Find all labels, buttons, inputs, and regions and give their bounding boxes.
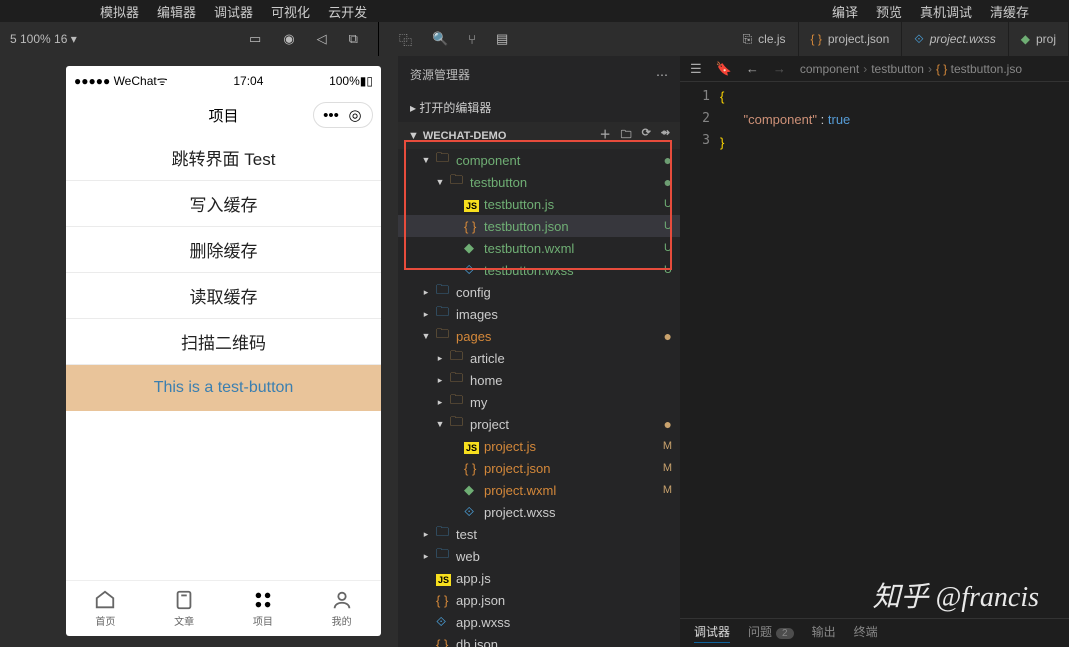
tree-item-article[interactable]: ▸🗀article <box>398 347 680 369</box>
record-icon[interactable]: ◉ <box>283 31 294 47</box>
sim-item[interactable]: 读取缓存 <box>66 273 381 319</box>
tree-item-testbutton.json[interactable]: { }testbutton.jsonU <box>398 215 680 237</box>
detach-icon[interactable]: ⧉ <box>349 31 358 47</box>
tree-item-testbutton.wxss[interactable]: ⟐testbutton.wxssU <box>398 259 680 281</box>
more-icon[interactable]: ⋯ <box>656 68 668 82</box>
tree-item-project[interactable]: ▼🗀project● <box>398 413 680 435</box>
tree-item-config[interactable]: ▸🗀config <box>398 281 680 303</box>
menu-编辑器[interactable]: 编辑器 <box>157 2 196 21</box>
tab-project-wxss[interactable]: ⟐project.wxss <box>902 22 1009 56</box>
mute-icon[interactable]: ◁ <box>317 31 327 47</box>
tree-item-component[interactable]: ▼🗀component● <box>398 149 680 171</box>
zoom-label[interactable]: 5 100% 16 ▾ <box>0 32 77 46</box>
tab-debugger[interactable]: 调试器 <box>694 623 730 643</box>
tree-item-testbutton.wxml[interactable]: ◆testbutton.wxmlU <box>398 237 680 259</box>
device-icon[interactable]: ▭ <box>249 31 261 47</box>
open-editors-section[interactable]: ▸ 打开的编辑器 <box>398 93 680 122</box>
tab-output[interactable]: 输出 <box>812 623 836 643</box>
tree-item-project.wxss[interactable]: ⟐project.wxss <box>398 501 680 523</box>
search-icon[interactable]: 🔍 <box>432 31 448 47</box>
tab-project-json[interactable]: { }project.json <box>799 22 903 56</box>
tree-item-app.json[interactable]: { }app.json <box>398 589 680 611</box>
sim-item[interactable]: 跳转界面 Test <box>66 135 381 181</box>
code-area[interactable]: 123 { "component" : true } <box>680 82 1069 155</box>
branch-icon[interactable]: ⑂ <box>468 32 476 47</box>
gutter: 123 <box>680 82 720 155</box>
copy-icon[interactable]: ⿻ <box>399 30 412 49</box>
tree-item-web[interactable]: ▸🗀web <box>398 545 680 567</box>
tree-item-project.json[interactable]: { }project.jsonM <box>398 457 680 479</box>
new-file-icon[interactable]: ＋ <box>600 126 611 145</box>
collapse-icon[interactable]: ⇴ <box>661 126 670 145</box>
tree-item-home[interactable]: ▸🗀home <box>398 369 680 391</box>
explorer-pane: 资源管理器 ⋯ ▸ 打开的编辑器 ▼ WECHAT-DEMO ＋ 🗀 ⟳ ⇴ ▼… <box>398 56 680 647</box>
explorer-title: 资源管理器 <box>410 66 470 83</box>
wxml-icon: ◆ <box>1021 32 1030 46</box>
breadcrumb[interactable]: component›testbutton›{ } testbutton.jso <box>800 62 1022 76</box>
json-icon: { } <box>811 32 822 46</box>
status-bar: ●●●●● WeChatᯤ 17:04 100%▮▯ <box>66 66 381 95</box>
menu-模拟器[interactable]: 模拟器 <box>100 2 139 21</box>
project-root[interactable]: ▼ WECHAT-DEMO ＋ 🗀 ⟳ ⇴ <box>398 122 680 149</box>
forward-icon[interactable]: → <box>773 61 786 76</box>
wifi-icon: ᯤ <box>157 72 168 89</box>
sim-item[interactable]: 扫描二维码 <box>66 319 381 365</box>
carrier-label: ●●●●● WeChat <box>74 74 157 88</box>
tree-item-test[interactable]: ▸🗀test <box>398 523 680 545</box>
bottom-panel-tabs: 调试器 问题2 输出 终端 <box>680 618 1069 647</box>
tree-item-project.js[interactable]: JSproject.jsM <box>398 435 680 457</box>
layout-icon[interactable]: ▤ <box>496 31 508 47</box>
tree-item-project.wxml[interactable]: ◆project.wxmlM <box>398 479 680 501</box>
nav-header: 项目 ••• ◎ <box>66 95 381 135</box>
tree-item-app.wxss[interactable]: ⟐app.wxss <box>398 611 680 633</box>
tab-bar: 首页 文章 项目 我的 <box>66 580 381 636</box>
sim-item[interactable]: 写入缓存 <box>66 181 381 227</box>
tree-item-pages[interactable]: ▼🗀pages● <box>398 325 680 347</box>
phone-frame: ●●●●● WeChatᯤ 17:04 100%▮▯ 项目 ••• ◎ 跳转界面… <box>66 66 381 636</box>
capsule-menu-icon[interactable]: ••• <box>322 106 340 124</box>
bookmark-icon[interactable]: 🔖 <box>716 61 732 77</box>
menu-云开发[interactable]: 云开发 <box>328 2 367 21</box>
menu-真机调试[interactable]: 真机调试 <box>920 2 972 21</box>
tabbar-item[interactable]: 文章 <box>173 589 195 628</box>
menu-预览[interactable]: 预览 <box>876 2 902 21</box>
battery-label: 100% <box>329 74 360 88</box>
tabbar-item[interactable]: 项目 <box>252 589 274 628</box>
menu-清缓存[interactable]: 清缓存 <box>990 2 1029 21</box>
refresh-icon[interactable]: ⟳ <box>642 126 651 145</box>
toolbar: 5 100% 16 ▾ ▭ ◉ ◁ ⧉ ⿻ 🔍 ⑂ ▤ ⎘cle.js { }p… <box>0 22 1069 56</box>
tree-item-app.js[interactable]: JSapp.js <box>398 567 680 589</box>
capsule-close-icon[interactable]: ◎ <box>346 106 364 124</box>
file-tree: ▼🗀component●▼🗀testbutton●JStestbutton.js… <box>398 149 680 647</box>
menu-编译[interactable]: 编译 <box>832 2 858 21</box>
battery-icon: ▮▯ <box>360 74 373 88</box>
import-icon: ⎘ <box>743 32 753 47</box>
tree-item-testbutton[interactable]: ▼🗀testbutton● <box>398 171 680 193</box>
menu-可视化[interactable]: 可视化 <box>271 2 310 21</box>
tabbar-item[interactable]: 我的 <box>331 589 353 628</box>
top-menu: 模拟器编辑器调试器可视化云开发 编译预览真机调试清缓存 <box>0 0 1069 22</box>
tab-terminal[interactable]: 终端 <box>854 623 878 643</box>
wxss-icon: ⟐ <box>914 32 923 47</box>
back-icon[interactable]: ← <box>746 61 759 76</box>
tab-problems[interactable]: 问题2 <box>748 623 794 643</box>
time-label: 17:04 <box>233 74 263 88</box>
page-title: 项目 <box>208 105 238 126</box>
new-folder-icon[interactable]: 🗀 <box>621 126 632 145</box>
sim-item[interactable]: 删除缓存 <box>66 227 381 273</box>
test-button[interactable]: This is a test-button <box>66 365 381 411</box>
menu-调试器[interactable]: 调试器 <box>214 2 253 21</box>
tree-item-images[interactable]: ▸🗀images <box>398 303 680 325</box>
tab-cle[interactable]: ⎘cle.js <box>731 22 799 56</box>
tree-item-testbutton.js[interactable]: JStestbutton.jsU <box>398 193 680 215</box>
tab-proj[interactable]: ◆proj <box>1009 22 1069 56</box>
tabbar-item[interactable]: 首页 <box>94 589 116 628</box>
editor-pane: ☰ 🔖 ← → component›testbutton›{ } testbut… <box>680 56 1069 647</box>
tree-item-db.json[interactable]: { }db.json <box>398 633 680 647</box>
simulator-pane: ●●●●● WeChatᯤ 17:04 100%▮▯ 项目 ••• ◎ 跳转界面… <box>0 56 398 647</box>
list-icon[interactable]: ☰ <box>690 61 702 77</box>
tree-item-my[interactable]: ▸🗀my <box>398 391 680 413</box>
